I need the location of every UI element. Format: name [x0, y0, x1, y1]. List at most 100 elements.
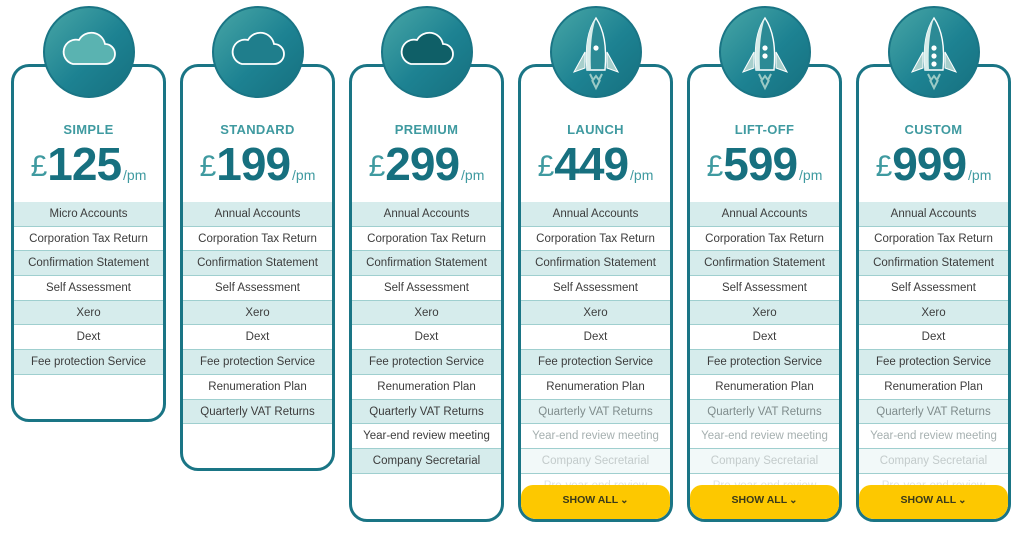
plan-price: £299/pm — [352, 137, 501, 191]
feature-list: Annual Accounts Corporation Tax Return Con… — [859, 202, 1008, 499]
feature-row: Fee protection Service — [183, 350, 332, 375]
feature-row: Annual Accounts — [859, 202, 1008, 227]
feature-list: Annual Accounts Corporation Tax Return Con… — [690, 202, 839, 499]
plan-card-custom: CUSTOM £999/pm Annual Accounts Corporatio… — [856, 64, 1011, 522]
plan-badge — [887, 6, 980, 98]
plan-price: £125/pm — [14, 137, 163, 191]
rocket-icon — [910, 16, 957, 91]
plan-badge — [42, 6, 135, 98]
feature-row: Xero — [521, 300, 670, 326]
feature-row: Xero — [183, 300, 332, 326]
currency-symbol: £ — [537, 150, 555, 183]
feature-row: Dext — [14, 325, 163, 351]
feature-row: Quarterly VAT Returns — [183, 399, 332, 425]
feature-row: Corporation Tax Return — [183, 227, 332, 252]
feature-row: Confirmation Statement — [690, 251, 839, 277]
feature-row: Company Secretarial — [521, 448, 670, 474]
feature-row: Fee protection Service — [14, 350, 163, 375]
feature-row: Corporation Tax Return — [690, 227, 839, 252]
feature-row: Dext — [352, 325, 501, 351]
feature-row: Quarterly VAT Returns — [859, 399, 1008, 425]
feature-row: Confirmation Statement — [352, 251, 501, 277]
feature-row: Renumeration Plan — [521, 375, 670, 400]
show-all-button[interactable]: SHOW ALL ⌄ — [521, 485, 670, 519]
show-all-button[interactable]: SHOW ALL ⌄ — [690, 485, 839, 519]
plan-card-standard: STANDARD £199/pm Annual Accounts Corporat… — [180, 64, 335, 471]
currency-symbol: £ — [706, 150, 724, 183]
feature-row: Renumeration Plan — [183, 375, 332, 400]
plan-badge — [718, 6, 811, 98]
plan-card-simple: SIMPLE £125/pm Micro Accounts Corporation… — [11, 64, 166, 422]
price-period: /pm — [461, 167, 485, 183]
price-period: /pm — [292, 167, 316, 183]
plan-card-lift-off: LIFT-OFF £599/pm Annual Accounts Corporat… — [687, 64, 842, 522]
price-amount: 199 — [216, 138, 291, 190]
feature-row: Micro Accounts — [14, 202, 163, 227]
price-period: /pm — [968, 167, 992, 183]
chevron-down-icon: ⌄ — [789, 495, 798, 506]
feature-row: Dext — [521, 325, 670, 351]
currency-symbol: £ — [199, 150, 217, 183]
feature-list: Annual Accounts Corporation Tax Return Con… — [521, 202, 670, 499]
feature-row: Annual Accounts — [521, 202, 670, 227]
feature-row: Self Assessment — [14, 276, 163, 301]
currency-symbol: £ — [30, 150, 48, 183]
feature-row: Xero — [14, 300, 163, 326]
feature-row: Fee protection Service — [690, 350, 839, 375]
cloud-filled-icon — [400, 31, 454, 65]
plan-price: £199/pm — [183, 137, 332, 191]
plan-name: PREMIUM — [394, 122, 459, 137]
feature-row: Fee protection Service — [352, 350, 501, 375]
price-amount: 999 — [892, 138, 967, 190]
feature-row: Confirmation Statement — [521, 251, 670, 277]
feature-row: Dext — [690, 325, 839, 351]
price-amount: 449 — [554, 138, 629, 190]
feature-row: Corporation Tax Return — [859, 227, 1008, 252]
feature-row: Annual Accounts — [183, 202, 332, 227]
feature-row: Annual Accounts — [690, 202, 839, 227]
plan-card-launch: LAUNCH £449/pm Annual Accounts Corporatio… — [518, 64, 673, 522]
feature-row: Corporation Tax Return — [521, 227, 670, 252]
feature-row: Corporation Tax Return — [352, 227, 501, 252]
feature-row: Confirmation Statement — [183, 251, 332, 277]
show-all-label: SHOW ALL — [731, 494, 788, 506]
feature-row: Fee protection Service — [859, 350, 1008, 375]
feature-row: Self Assessment — [183, 276, 332, 301]
feature-row: Year-end review meeting — [690, 424, 839, 449]
currency-symbol: £ — [875, 150, 893, 183]
plan-name: CUSTOM — [904, 122, 963, 137]
plan-price: £449/pm — [521, 137, 670, 191]
plan-name: SIMPLE — [63, 122, 114, 137]
show-all-label: SHOW ALL — [900, 494, 957, 506]
show-all-button[interactable]: SHOW ALL ⌄ — [859, 485, 1008, 519]
feature-row: Renumeration Plan — [859, 375, 1008, 400]
price-amount: 125 — [47, 138, 122, 190]
plan-price: £599/pm — [690, 137, 839, 191]
feature-row: Dext — [859, 325, 1008, 351]
feature-row: Company Secretarial — [352, 448, 501, 474]
feature-row: Dext — [183, 325, 332, 351]
price-period: /pm — [630, 167, 654, 183]
plan-badge — [380, 6, 473, 98]
feature-row: Quarterly VAT Returns — [352, 399, 501, 425]
price-period: /pm — [123, 167, 147, 183]
price-amount: 299 — [385, 138, 460, 190]
currency-symbol: £ — [368, 150, 386, 183]
feature-row: Renumeration Plan — [352, 375, 501, 400]
rocket-icon — [572, 16, 619, 91]
plan-badge — [549, 6, 642, 98]
feature-row: Xero — [690, 300, 839, 326]
feature-list: Annual Accounts Corporation Tax Return Con… — [183, 202, 332, 425]
price-amount: 599 — [723, 138, 798, 190]
feature-row: Confirmation Statement — [14, 251, 163, 277]
plan-name: LAUNCH — [567, 122, 624, 137]
cloud-outline-icon — [231, 31, 285, 65]
feature-row: Year-end review meeting — [352, 424, 501, 449]
chevron-down-icon: ⌄ — [620, 495, 629, 506]
feature-row: Renumeration Plan — [690, 375, 839, 400]
plan-card-premium: PREMIUM £299/pm Annual Accounts Corporati… — [349, 64, 504, 522]
feature-list: Annual Accounts Corporation Tax Return Con… — [352, 202, 501, 474]
feature-row: Self Assessment — [690, 276, 839, 301]
feature-row: Corporation Tax Return — [14, 227, 163, 252]
show-all-label: SHOW ALL — [562, 494, 619, 506]
